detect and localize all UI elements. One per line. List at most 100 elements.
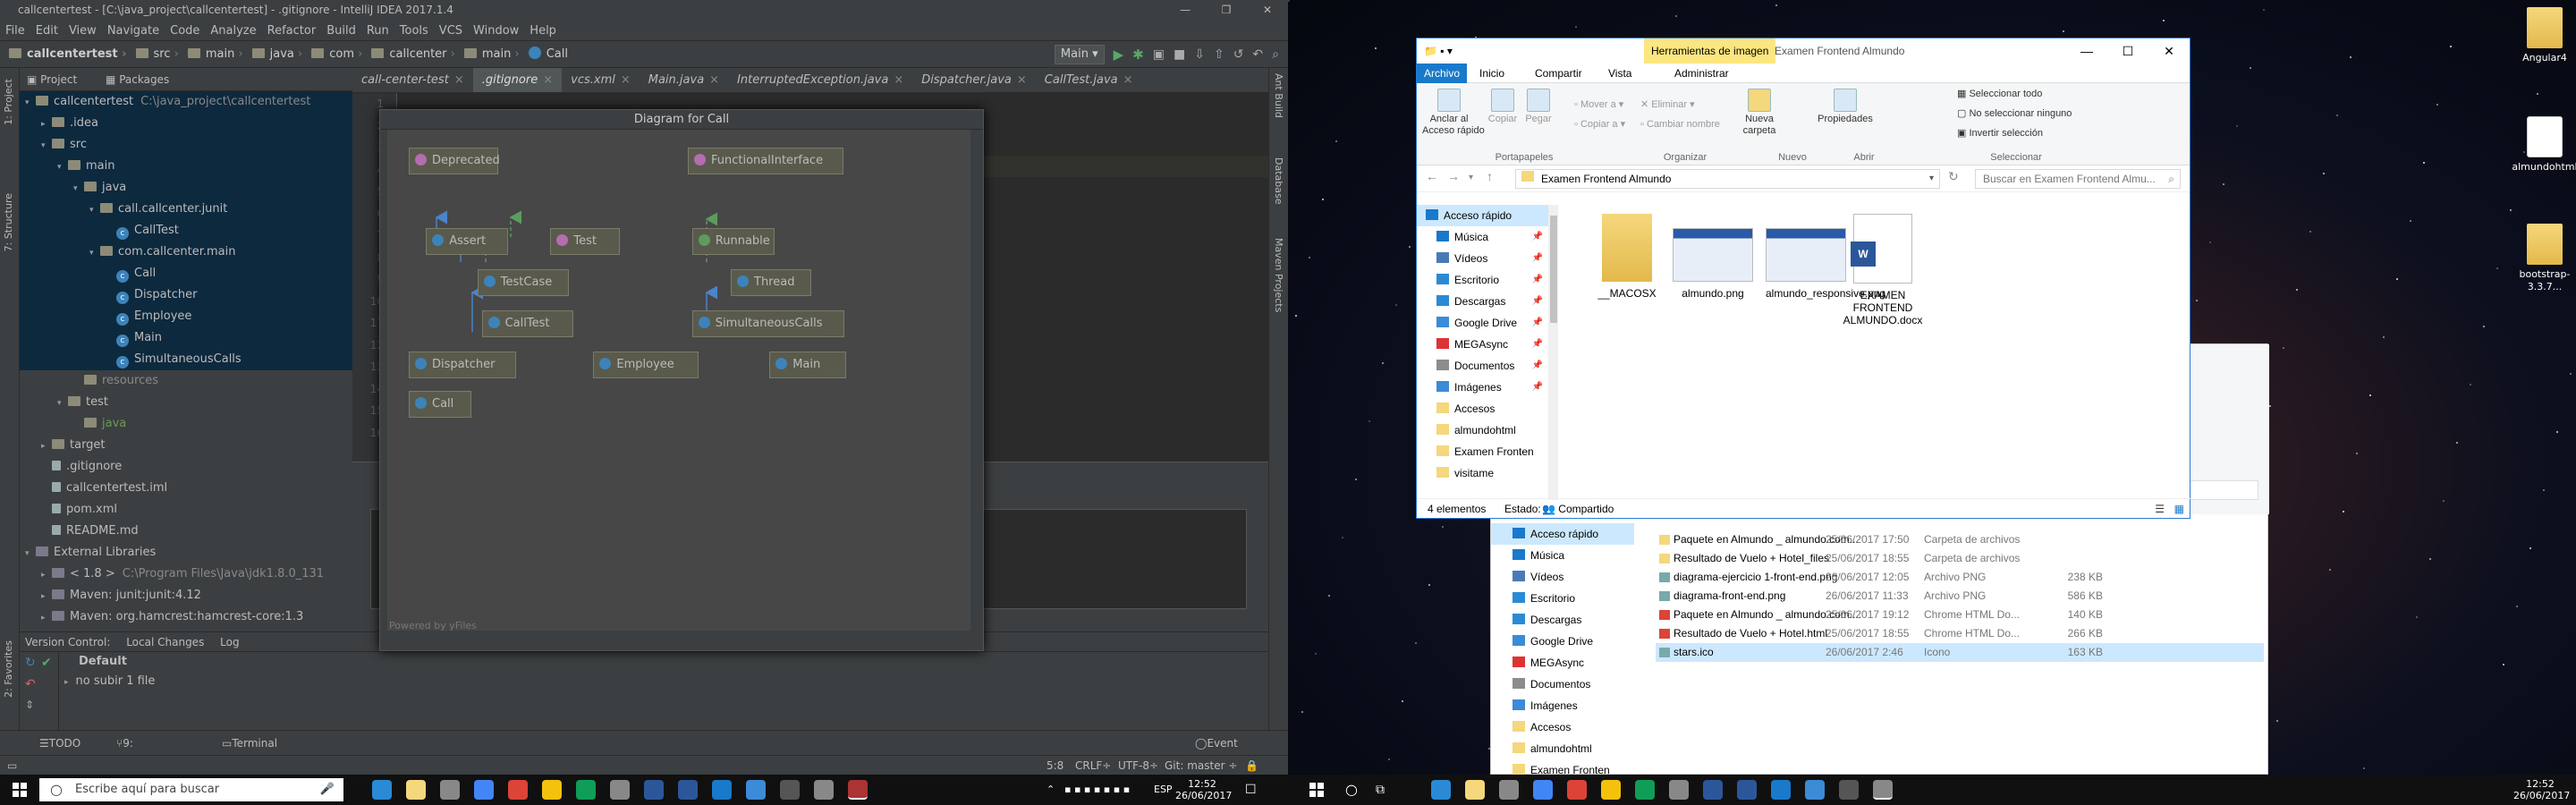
- tree-item[interactable]: ▾ External Libraries: [20, 542, 352, 564]
- search-everywhere-icon[interactable]: ⌕: [1272, 41, 1279, 68]
- table-row[interactable]: stars.ico 26/06/2017 2:46 Icono 163 KB: [1656, 643, 2264, 662]
- quick-access-toolbar-icon[interactable]: 📁 ▪ ▾: [1424, 38, 1453, 64]
- tree-item[interactable]: ▸ < 1.8 > C:\Program Files\Java\jdk1.8.0_1…: [20, 564, 352, 585]
- rollback-icon[interactable]: ↶: [25, 677, 36, 691]
- debug-icon[interactable]: ✱: [1132, 41, 1144, 68]
- database-tool-button[interactable]: Database: [1273, 157, 1284, 205]
- expand-arrow-icon[interactable]: ▾: [25, 543, 36, 564]
- back-nav-item[interactable]: Accesos: [1491, 716, 1634, 738]
- back-arrow-icon[interactable]: ←: [1426, 169, 1438, 183]
- expand-arrow-icon[interactable]: ▾: [73, 178, 84, 199]
- taskbar-app-icon[interactable]: [712, 780, 732, 800]
- expand-arrow-icon[interactable]: ▸: [41, 586, 52, 607]
- tree-item[interactable]: ▾ src: [20, 134, 352, 156]
- expand-arrow-icon[interactable]: ▾: [89, 199, 100, 221]
- taskbar-app-icon[interactable]: [406, 780, 426, 800]
- structure-tool-button[interactable]: 7: Structure: [3, 193, 14, 251]
- select-all-button[interactable]: ▦ Seleccionar todo: [1957, 89, 2100, 100]
- taskbar-app-icon[interactable]: [1431, 780, 1451, 800]
- editor-tab[interactable]: InterruptedException.java ×: [728, 68, 912, 92]
- menu-edit[interactable]: Edit: [36, 24, 58, 38]
- diagram-node-testcase[interactable]: TestCase: [477, 269, 569, 296]
- expand-icon[interactable]: ⇕: [25, 699, 34, 711]
- taskbar-app-icon[interactable]: [1737, 780, 1757, 800]
- table-row[interactable]: Resultado de Vuelo + Hotel_files 25/06/20…: [1656, 549, 2264, 568]
- refresh-icon[interactable]: ↻: [1948, 169, 1959, 184]
- maven-projects-tool-button[interactable]: Maven Projects: [1273, 238, 1284, 312]
- diagram-node-simcalls[interactable]: SimultaneousCalls: [691, 310, 844, 337]
- close-tab-icon[interactable]: ×: [454, 73, 464, 87]
- nav-scrollbar[interactable]: [1549, 205, 1558, 500]
- keyboard-language[interactable]: ESP: [1154, 775, 1173, 805]
- menu-file[interactable]: File: [5, 24, 25, 38]
- taskbar-app-icon[interactable]: [814, 780, 834, 800]
- diagram-node-functional[interactable]: FunctionalInterface: [688, 148, 843, 174]
- clock-right[interactable]: 12:52 26/06/2017: [2513, 778, 2570, 801]
- expand-arrow-icon[interactable]: ▾: [57, 157, 68, 178]
- project-tool-button[interactable]: 1: Project: [3, 79, 14, 125]
- paste-button[interactable]: Pegar: [1522, 89, 1555, 125]
- taskbar-app-icon[interactable]: [610, 780, 630, 800]
- diagram-node-dispatcher[interactable]: Dispatcher: [409, 352, 516, 378]
- revert-icon[interactable]: ↶: [1252, 41, 1263, 68]
- nav-item[interactable]: Accesos: [1417, 398, 1548, 419]
- diagram-scrollbar[interactable]: [976, 130, 983, 631]
- tree-item[interactable]: ▸ Maven: junit:junit:4.12: [20, 585, 352, 606]
- file-item[interactable]: W EXAMEN FRONTEND ALMUNDO.docx: [1843, 214, 1923, 326]
- address-bar[interactable]: Examen Frontend Almundo ▾: [1515, 169, 1940, 189]
- desktop-icon[interactable]: Angular4: [2504, 7, 2576, 64]
- ribbon-tab-vista[interactable]: Vista: [1601, 64, 1639, 83]
- editor-tab[interactable]: CallTest.java ×: [1036, 68, 1142, 92]
- line-separator[interactable]: CRLF÷: [1075, 756, 1111, 775]
- taskbar-app-icon[interactable]: [440, 780, 460, 800]
- taskbar-app-icon[interactable]: [576, 780, 596, 800]
- nav-item[interactable]: MEGAsync 📌: [1417, 334, 1548, 355]
- log-tab[interactable]: Log: [220, 636, 239, 648]
- restore-icon[interactable]: ❐: [1206, 0, 1247, 20]
- back-nav-item[interactable]: Escritorio: [1491, 588, 1634, 609]
- new-folder-button[interactable]: Nueva carpeta: [1739, 89, 1780, 137]
- address-dropdown-icon[interactable]: ▾: [1929, 170, 1934, 188]
- diagram-node-assert[interactable]: Assert: [426, 228, 509, 255]
- close-tab-icon[interactable]: ×: [894, 73, 903, 87]
- taskbar-app-icon[interactable]: [1873, 780, 1893, 800]
- breadcrumb-item[interactable]: com ›: [311, 41, 362, 68]
- diagram-node-call[interactable]: Call: [409, 391, 471, 418]
- vcs-commit-icon[interactable]: ⇧: [1214, 41, 1224, 68]
- breadcrumb-item[interactable]: main ›: [187, 41, 243, 68]
- lock-icon[interactable]: 🔒: [1245, 756, 1258, 775]
- stop-icon[interactable]: ■: [1174, 41, 1185, 68]
- explorer-maximize-icon[interactable]: ☐: [2107, 38, 2148, 64]
- tray-app-icons[interactable]: ▪ ▪ ▪ ▪ ▪ ▪ ▪: [1064, 775, 1130, 805]
- breadcrumb-item[interactable]: Call: [528, 41, 568, 68]
- back-nav-item[interactable]: Música: [1491, 545, 1634, 566]
- taskbar-app-icon[interactable]: [1601, 780, 1621, 800]
- diagram-node-employee[interactable]: Employee: [593, 352, 699, 378]
- close-icon[interactable]: ✕: [1247, 0, 1288, 20]
- notifications-icon[interactable]: ☐: [1245, 775, 1257, 805]
- taskbar-app-icon[interactable]: [746, 780, 766, 800]
- commit-icon[interactable]: ✔: [41, 656, 52, 670]
- nav-item[interactable]: Examen Fronten: [1417, 441, 1548, 462]
- search-input[interactable]: Buscar en Examen Frontend Almu... ⌕: [1975, 169, 2181, 189]
- nav-item[interactable]: Google Drive 📌: [1417, 312, 1548, 334]
- history-icon[interactable]: ↺: [1233, 41, 1244, 68]
- taskbar-search[interactable]: ○ Escribe aquí para buscar 🎤: [39, 778, 343, 801]
- project-tab[interactable]: ▣ Project: [27, 73, 89, 86]
- back-nav-item[interactable]: Documentos: [1491, 674, 1634, 695]
- picture-tools-tab[interactable]: Herramientas de imagen: [1644, 38, 1776, 64]
- diagram-node-test[interactable]: Test: [550, 228, 621, 255]
- diagram-node-deprecated[interactable]: Deprecated: [409, 148, 500, 174]
- rename-button[interactable]: ▫ Cambiar nombre: [1640, 119, 1730, 131]
- tree-item[interactable]: ▾ test: [20, 392, 352, 413]
- ant-build-tool-button[interactable]: Ant Build: [1273, 73, 1284, 118]
- close-tab-icon[interactable]: ×: [709, 73, 719, 87]
- tree-item[interactable]: ▾ java: [20, 177, 352, 199]
- breadcrumb-item[interactable]: main ›: [463, 41, 520, 68]
- tree-item[interactable]: c SimultaneousCalls: [20, 349, 352, 370]
- tree-item[interactable]: ▸ target: [20, 435, 352, 456]
- menu-build[interactable]: Build: [326, 24, 356, 38]
- expand-arrow-icon[interactable]: ▾: [25, 92, 36, 114]
- todo-button[interactable]: ☰ TODO: [39, 731, 80, 756]
- expand-arrow-icon[interactable]: ▾: [41, 135, 52, 157]
